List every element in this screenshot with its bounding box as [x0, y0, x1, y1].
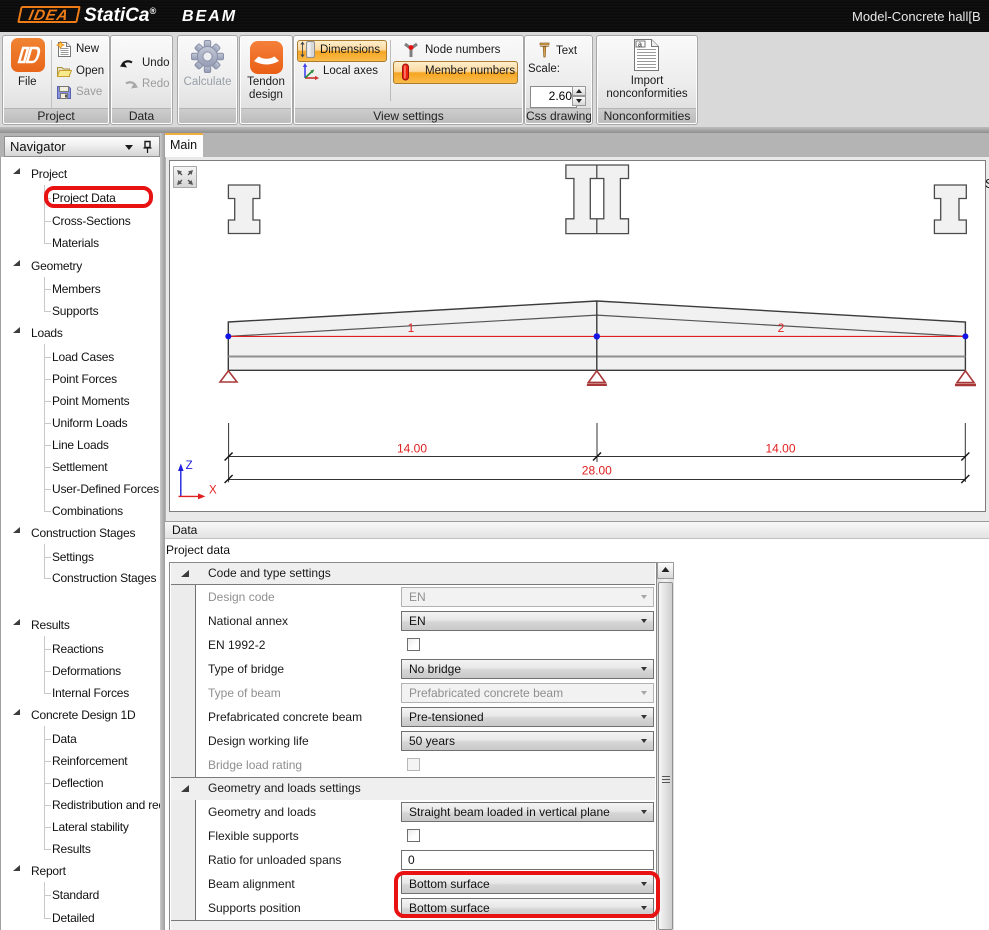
- svg-text:14.00: 14.00: [397, 442, 427, 456]
- svg-text:14.00: 14.00: [765, 442, 795, 456]
- svg-text:2: 2: [778, 321, 785, 335]
- svg-text:28.00: 28.00: [582, 464, 612, 478]
- svg-text:X: X: [209, 485, 217, 497]
- svg-text:1: 1: [408, 321, 415, 335]
- svg-text:a: a: [638, 41, 642, 48]
- svg-text:Z: Z: [186, 460, 193, 472]
